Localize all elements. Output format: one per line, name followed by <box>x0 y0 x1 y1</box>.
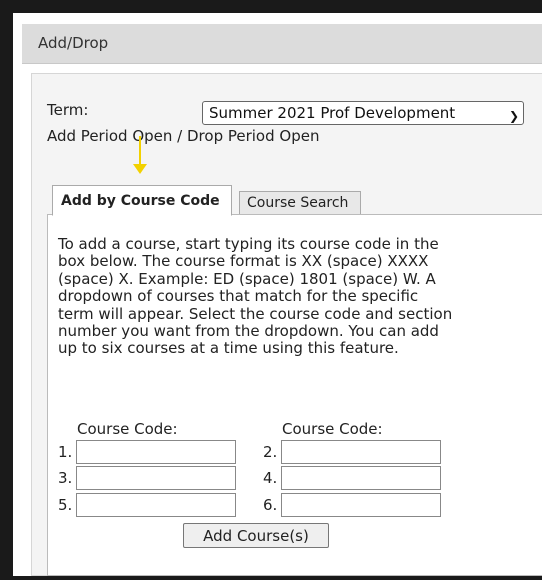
add-courses-button[interactable]: Add Course(s) <box>183 523 329 548</box>
tab-add-by-course-code[interactable]: Add by Course Code <box>52 185 232 216</box>
period-status: Add Period Open / Drop Period Open <box>47 127 320 145</box>
row-number-6: 6. <box>263 496 278 514</box>
add-instructions: To add a course, start typing its course… <box>58 235 453 358</box>
term-select[interactable]: Summer 2021 Prof Development ❯ <box>202 101 524 125</box>
row-number-3: 3. <box>58 469 73 487</box>
term-select-value: Summer 2021 Prof Development <box>209 104 456 122</box>
window-titlebar: Add/Drop <box>22 24 542 64</box>
course-code-input-6[interactable] <box>281 493 441 517</box>
row-number-2: 2. <box>263 443 278 461</box>
annotation-arrow-icon <box>133 164 147 174</box>
tab-course-search[interactable]: Course Search <box>239 191 361 214</box>
course-code-input-3[interactable] <box>76 466 236 490</box>
course-code-input-2[interactable] <box>281 440 441 464</box>
course-code-heading-right: Course Code: <box>282 420 383 438</box>
course-code-heading-left: Course Code: <box>77 420 178 438</box>
row-number-5: 5. <box>58 496 73 514</box>
course-code-input-1[interactable] <box>76 440 236 464</box>
term-label: Term: <box>47 101 89 119</box>
window-title: Add/Drop <box>38 34 109 52</box>
row-number-1: 1. <box>58 443 73 461</box>
course-code-input-4[interactable] <box>281 466 441 490</box>
row-number-4: 4. <box>263 469 278 487</box>
course-code-input-5[interactable] <box>76 493 236 517</box>
chevron-down-icon: ❯ <box>508 109 519 123</box>
